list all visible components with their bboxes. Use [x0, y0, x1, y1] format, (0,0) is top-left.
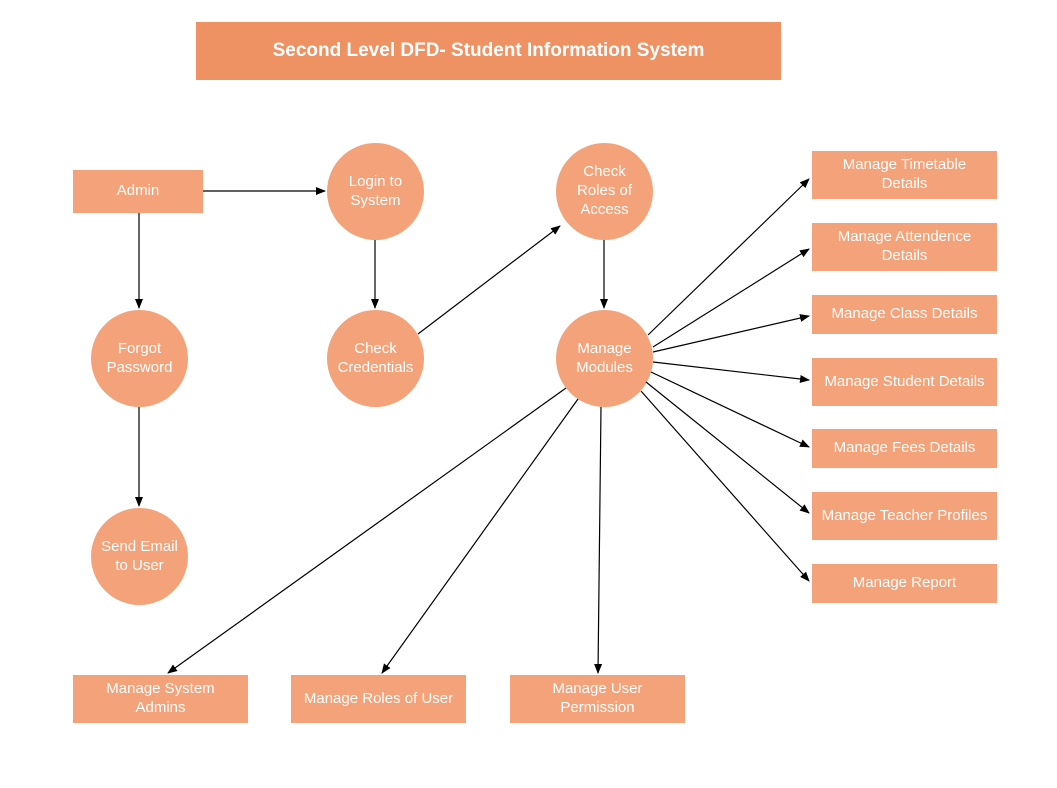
- node-manage-report: Manage Report: [812, 564, 997, 603]
- node-manage-timetable: Manage Timetable Details: [812, 151, 997, 199]
- edge-mm-class: [653, 316, 809, 352]
- node-manage-student: Manage Student Details: [812, 358, 997, 406]
- node-send-email-to-user: Send Email to User: [91, 508, 188, 605]
- edge-checkcred-checkroles: [418, 226, 560, 334]
- node-manage-modules: Manage Modules: [556, 310, 653, 407]
- node-manage-class: Manage Class Details: [812, 295, 997, 334]
- node-manage-roles-user: Manage Roles of User: [291, 675, 466, 723]
- edge-mm-rolesuser: [382, 399, 578, 673]
- edge-mm-sysadmins: [168, 388, 566, 673]
- node-admin: Admin: [73, 170, 203, 213]
- node-forgot-password: Forgot Password: [91, 310, 188, 407]
- node-login-to-system: Login to System: [327, 143, 424, 240]
- node-check-roles-of-access: Check Roles of Access: [556, 143, 653, 240]
- node-manage-teacher: Manage Teacher Profiles: [812, 492, 997, 540]
- node-check-credentials: Check Credentials: [327, 310, 424, 407]
- edge-mm-teacher: [646, 382, 809, 513]
- edge-mm-fees: [651, 372, 809, 447]
- node-manage-user-permission: Manage User Permission: [510, 675, 685, 723]
- diagram-title: Second Level DFD- Student Information Sy…: [196, 22, 781, 80]
- edge-mm-student: [653, 362, 809, 380]
- edge-mm-userperm: [598, 407, 601, 673]
- node-manage-attendance: Manage Attendence Details: [812, 223, 997, 271]
- edge-mm-timetable: [648, 179, 809, 335]
- edge-mm-report: [641, 391, 809, 581]
- node-manage-system-admins: Manage System Admins: [73, 675, 248, 723]
- node-manage-fees: Manage Fees Details: [812, 429, 997, 468]
- edge-mm-attendance: [653, 249, 809, 347]
